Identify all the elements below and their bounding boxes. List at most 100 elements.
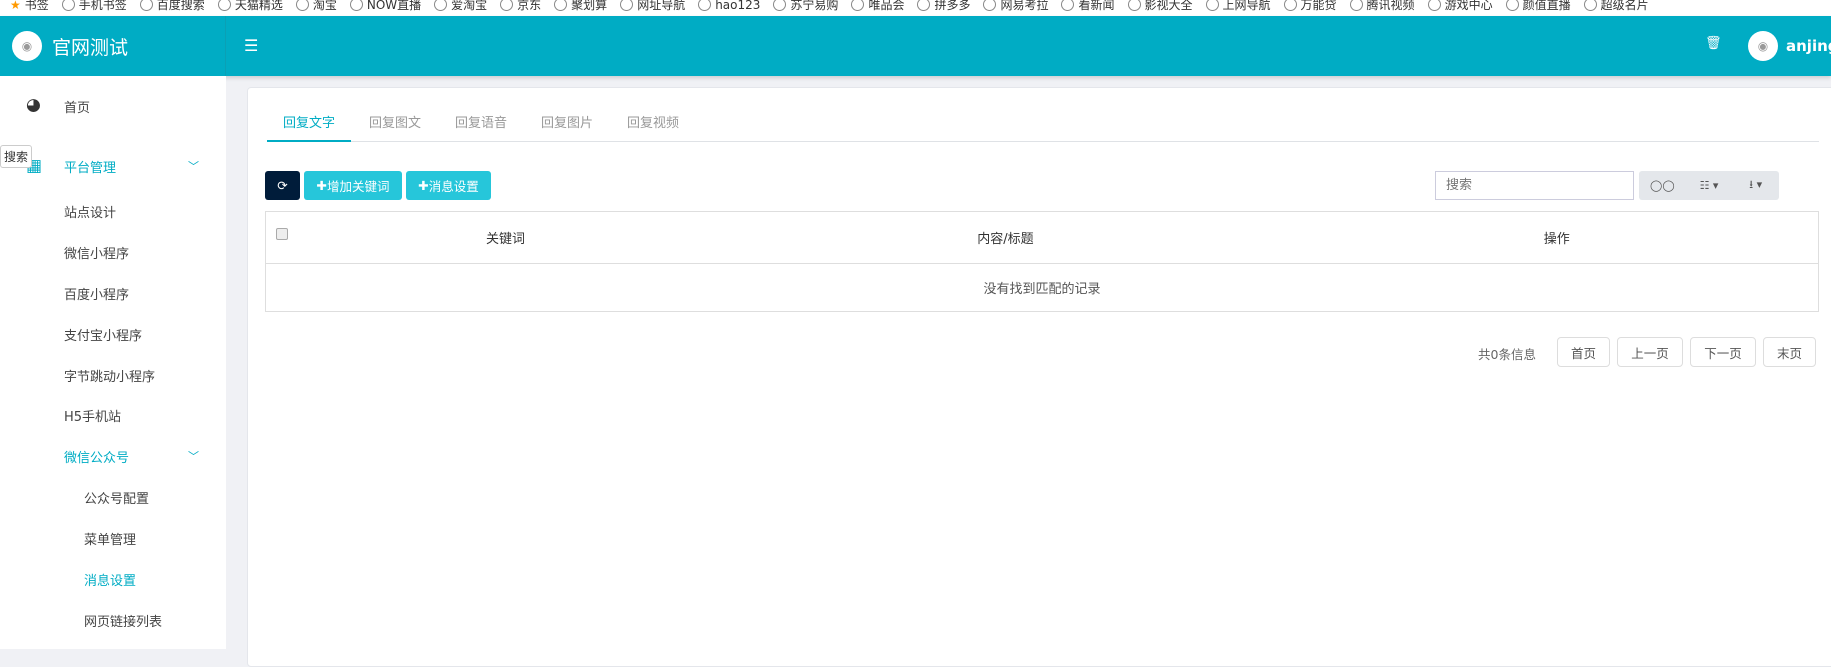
column-keyword[interactable]: 关键词: [295, 211, 716, 264]
app-title: 官网测试: [52, 36, 129, 59]
bookmark-label: 拼多多: [934, 0, 971, 12]
bookmark-label: 淘宝: [312, 0, 337, 12]
sidebar-item-platform[interactable]: 平台管理: [64, 157, 116, 176]
sidebar-item-h5[interactable]: H5手机站: [64, 406, 121, 425]
sidebar-item-home[interactable]: 首页: [64, 97, 90, 116]
tab-reply-voice[interactable]: 回复语音: [455, 112, 507, 131]
globe-icon: [1127, 0, 1141, 11]
logo[interactable]: ◉ 官网测试: [0, 16, 226, 76]
globe-icon: [917, 0, 931, 11]
table-tools: ◯◯ ☷ ▾ ⭳ ▾: [1639, 171, 1779, 200]
bookmark-label: 苏宁易购: [790, 0, 839, 12]
bookmark[interactable]: 爱淘宝: [434, 0, 487, 13]
globe-icon: [773, 0, 787, 11]
toggle-view-icon[interactable]: ◯◯: [1639, 179, 1686, 192]
bookmark-label: 手机书签: [78, 0, 127, 12]
refresh-icon: ⟳: [277, 178, 288, 193]
bookmark[interactable]: 颜值直播: [1505, 0, 1571, 13]
bookmark-label: 网易考拉: [1000, 0, 1049, 12]
tab-reply-text[interactable]: 回复文字: [283, 112, 335, 131]
bookmark[interactable]: 手机书签: [61, 0, 127, 13]
bookmark[interactable]: 游戏中心: [1427, 0, 1493, 13]
bookmark[interactable]: 网址导航: [620, 0, 685, 13]
prev-page-button[interactable]: 上一页: [1617, 337, 1683, 367]
bookmark[interactable]: 看新闻: [1061, 0, 1115, 13]
refresh-button[interactable]: ⟳: [265, 171, 300, 200]
column-actions: 操作: [1295, 211, 1819, 264]
dashboard-icon: ◕: [26, 95, 41, 115]
bookmark[interactable]: 聚划算: [554, 0, 607, 13]
bookmark-label: 聚划算: [571, 0, 608, 12]
bookmark-label: 上网导航: [1222, 0, 1271, 12]
sidebar-item-baidu-mini[interactable]: 百度小程序: [64, 284, 129, 303]
columns-icon[interactable]: ☷ ▾: [1686, 179, 1733, 192]
bookmark[interactable]: 上网导航: [1205, 0, 1271, 13]
tab-reply-video[interactable]: 回复视频: [627, 112, 679, 131]
bookmark[interactable]: 天猫精选: [217, 0, 283, 13]
bookmark-label: 爱淘宝: [451, 0, 488, 12]
bookmark[interactable]: 影视大全: [1127, 0, 1193, 13]
star-icon: ★: [10, 0, 21, 12]
column-content[interactable]: 内容/标题: [715, 211, 1296, 264]
bookmark[interactable]: 万能贷: [1283, 0, 1337, 13]
bookmark[interactable]: 京东: [500, 0, 541, 13]
globe-icon: [434, 0, 448, 11]
keyword-table: 关键词 内容/标题 操作 没有找到匹配的记录: [265, 211, 1819, 312]
select-all-checkbox[interactable]: [276, 228, 288, 240]
username: anjingh: [1786, 37, 1831, 55]
bookmark[interactable]: 百度搜索: [139, 0, 205, 13]
sidebar-item-link-list[interactable]: 网页链接列表: [84, 611, 162, 630]
globe-icon: [1283, 0, 1297, 11]
bookmark-label: 颜值直播: [1522, 0, 1571, 12]
message-settings-button[interactable]: ✚ 消息设置: [406, 171, 491, 200]
bookmark[interactable]: hao123: [698, 0, 760, 12]
hamburger-menu-icon[interactable]: ☰: [244, 36, 258, 55]
add-keyword-button[interactable]: ✚ 增加关键词: [304, 171, 402, 200]
bookmark[interactable]: NOW直播: [349, 0, 421, 13]
search-tooltip: 搜索: [0, 145, 33, 168]
bookmark-label: hao123: [715, 0, 761, 12]
bookmark-label: 网址导航: [637, 0, 686, 12]
plus-icon: ✚: [316, 178, 327, 193]
bookmark[interactable]: 网易考拉: [983, 0, 1048, 13]
chevron-down-icon[interactable]: ﹀: [188, 448, 199, 464]
export-icon[interactable]: ⭳ ▾: [1732, 176, 1779, 195]
bookmark[interactable]: 腾讯视频: [1349, 0, 1415, 13]
bookmark[interactable]: 淘宝: [295, 0, 337, 13]
bookmark[interactable]: 拼多多: [917, 0, 970, 13]
last-page-button[interactable]: 末页: [1763, 337, 1816, 367]
search-input[interactable]: [1435, 171, 1634, 200]
first-page-button[interactable]: 首页: [1557, 337, 1610, 367]
bookmark[interactable]: ★ 书签: [10, 0, 49, 13]
logo-icon: ◉: [12, 31, 42, 61]
bookmark[interactable]: 苏宁易购: [773, 0, 838, 13]
globe-icon: [1349, 0, 1363, 11]
sidebar-item-site-design[interactable]: 站点设计: [64, 202, 116, 221]
bookmark[interactable]: 唯品会: [851, 0, 904, 13]
tab-reply-article[interactable]: 回复图文: [369, 112, 421, 131]
bookmark[interactable]: 超级名片: [1583, 0, 1649, 13]
sidebar-item-alipay-mini[interactable]: 支付宝小程序: [64, 325, 142, 344]
bookmark-label: 书签: [24, 0, 49, 12]
avatar: ◉: [1748, 31, 1778, 61]
bookmark-label: 京东: [517, 0, 542, 12]
user-menu[interactable]: ◉ anjingh: [1748, 31, 1831, 61]
tab-reply-image[interactable]: 回复图片: [541, 112, 593, 131]
globe-icon: [620, 0, 634, 11]
globe-icon: [1427, 0, 1441, 11]
sidebar-item-message-settings[interactable]: 消息设置: [84, 570, 136, 589]
next-page-button[interactable]: 下一页: [1690, 337, 1756, 367]
sidebar-item-menu-manage[interactable]: 菜单管理: [84, 529, 136, 548]
tab-bar: 回复文字 回复图文 回复语音 回复图片 回复视频: [267, 108, 1819, 142]
globe-icon: [1583, 0, 1597, 11]
bookmark-label: 万能贷: [1300, 0, 1337, 12]
globe-icon: [217, 0, 231, 11]
bookmark-label: 百度搜索: [156, 0, 205, 12]
globe-icon: [983, 0, 997, 11]
sidebar-item-official-config[interactable]: 公众号配置: [84, 488, 149, 507]
sidebar-item-wechat-mini[interactable]: 微信小程序: [64, 243, 129, 262]
sidebar-item-bytedance-mini[interactable]: 字节跳动小程序: [64, 366, 155, 385]
trash-icon[interactable]: 🗑: [1705, 36, 1722, 51]
chevron-down-icon[interactable]: ﹀: [188, 158, 199, 174]
sidebar-item-wechat-official[interactable]: 微信公众号: [64, 447, 129, 466]
